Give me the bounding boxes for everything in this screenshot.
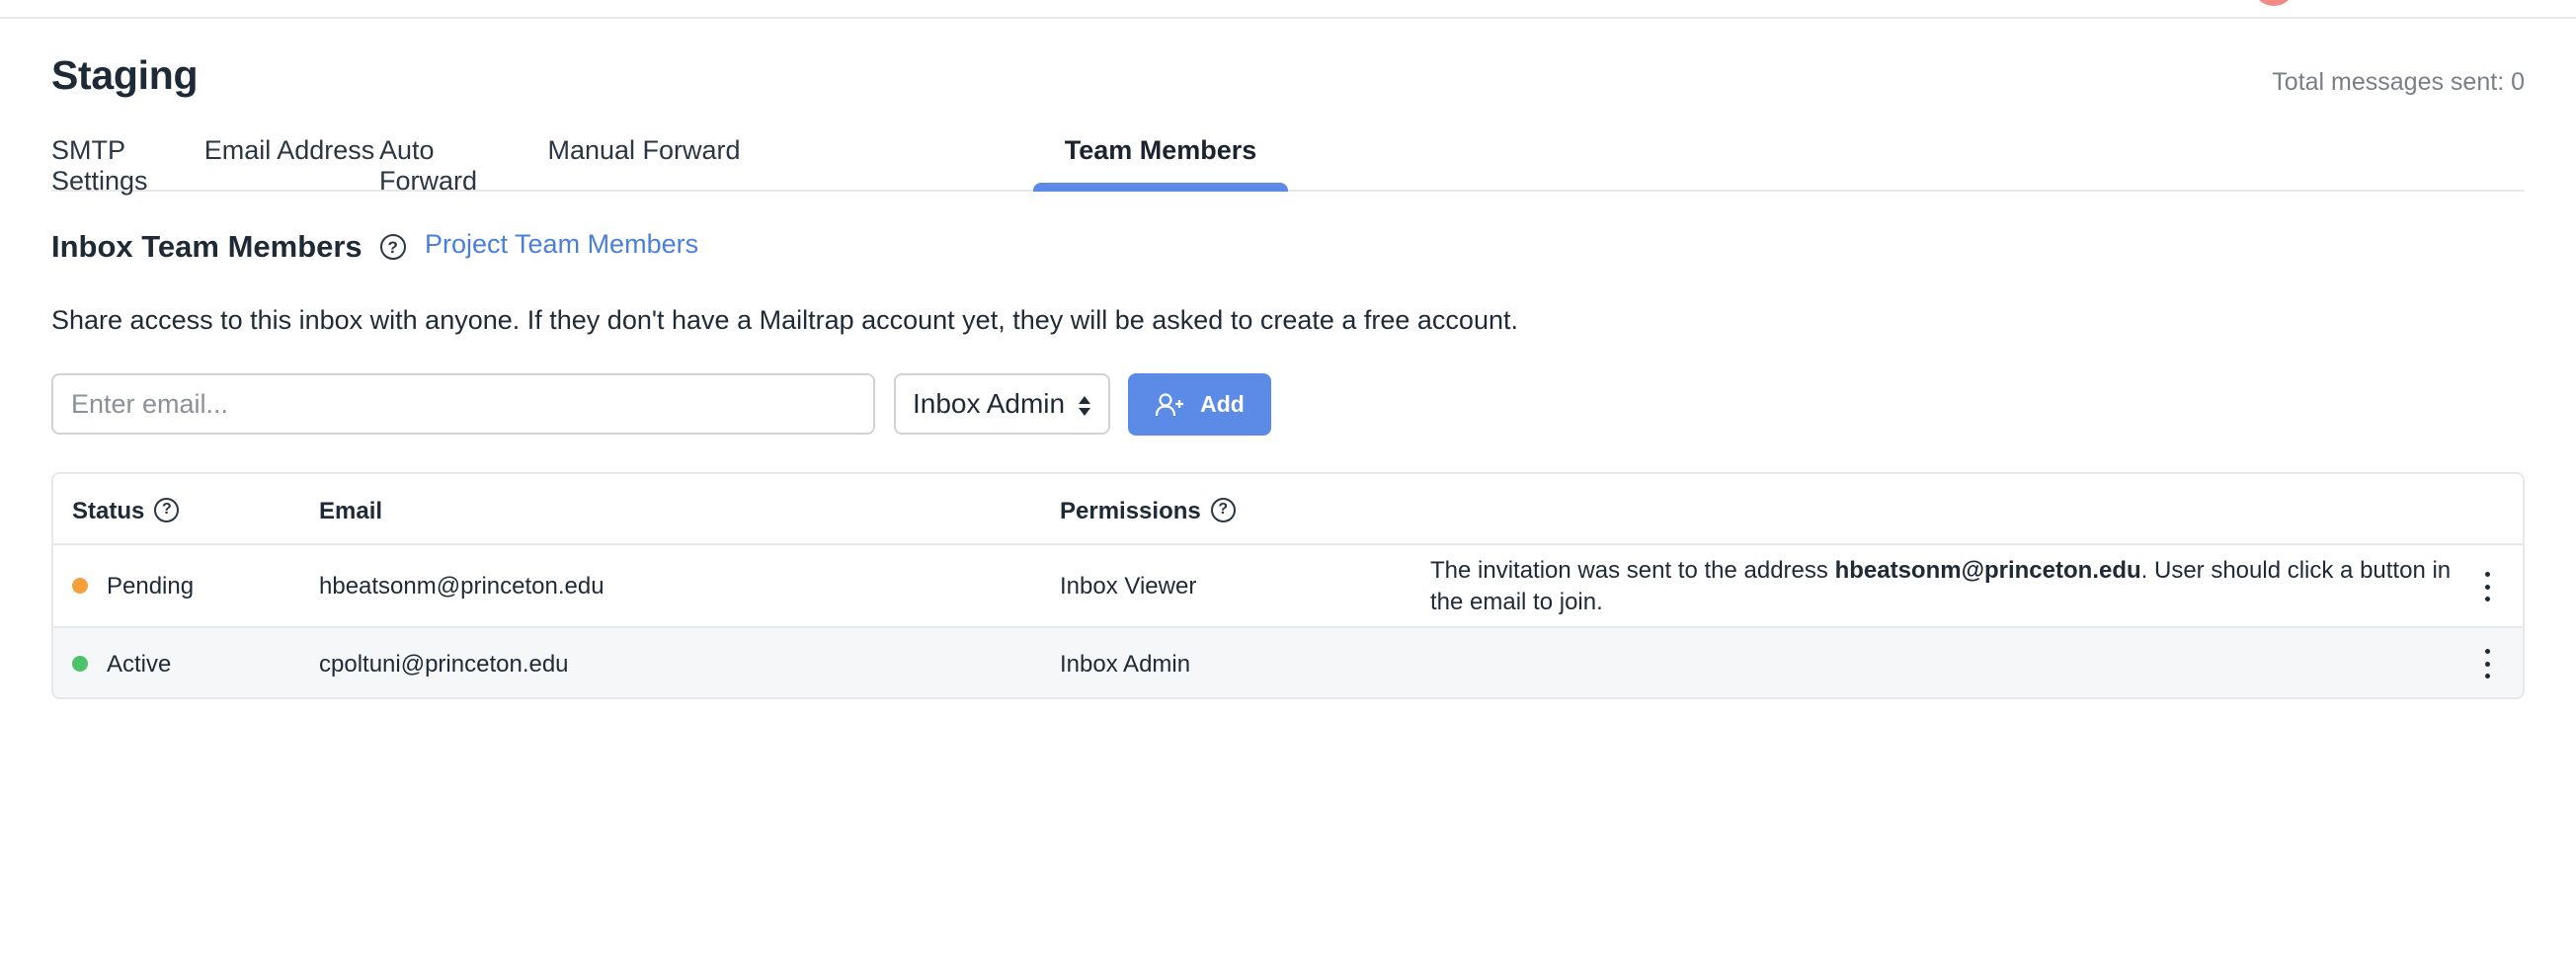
member-email: hbeatsonm@princeton.edu — [319, 573, 604, 600]
tab-team-members[interactable]: Team Members — [1033, 128, 1288, 192]
team-members-table: Status ? Email Permissions ? Pending hbe… — [51, 472, 2525, 699]
add-button-label: Add — [1200, 391, 1245, 417]
header-label: Email — [319, 498, 383, 524]
add-member-button[interactable]: Add — [1128, 373, 1271, 436]
email-column-header: Email — [319, 498, 382, 525]
invite-email-input[interactable] — [51, 373, 875, 435]
tab-label: Email Address — [203, 135, 375, 165]
member-permission: Inbox Admin — [1060, 651, 1191, 678]
status-dot-icon — [72, 578, 88, 594]
question-circle-icon[interactable]: ? — [379, 234, 406, 260]
user-avatar[interactable] — [2254, 0, 2294, 6]
project-team-members-link[interactable]: Project Team Members — [425, 229, 698, 260]
section-description: Share access to this inbox with anyone. … — [51, 305, 1518, 335]
note-text: The invitation was sent to the address — [1430, 557, 1835, 584]
section-header: Inbox Team Members ? — [51, 229, 406, 265]
status-dot-icon — [72, 656, 88, 672]
tab-smtp-settings[interactable]: SMTP Settings — [51, 128, 200, 196]
table-row: Pending hbeatsonm@princeton.edu Inbox Vi… — [53, 545, 2523, 628]
member-permission: Inbox Viewer — [1060, 573, 1197, 600]
top-navigation-bar — [0, 0, 2576, 19]
user-plus-icon — [1156, 392, 1184, 416]
tab-email-address[interactable]: Email Address — [200, 128, 379, 190]
header-label: Permissions — [1060, 498, 1201, 524]
tab-label: Auto Forward — [379, 135, 478, 196]
tab-label: Manual Forward — [547, 135, 741, 165]
role-select[interactable]: Inbox Admin — [894, 373, 1110, 435]
status-text: Active — [107, 651, 172, 678]
row-actions-kebab-icon[interactable] — [2481, 572, 2493, 601]
inbox-tabs: SMTP Settings Email Address Auto Forward… — [51, 128, 2525, 196]
total-messages-counter: Total messages sent: 0 — [2272, 68, 2525, 96]
permissions-column-header: Permissions ? — [1060, 497, 1236, 525]
page-title: Staging — [51, 52, 199, 98]
invitation-note: The invitation was sent to the address h… — [1430, 555, 2487, 618]
row-actions-kebab-icon[interactable] — [2481, 649, 2493, 679]
note-email: hbeatsonm@princeton.edu — [1834, 557, 2141, 584]
status-text: Pending — [107, 573, 195, 600]
tab-label: SMTP Settings — [51, 135, 148, 196]
member-email: cpoltuni@princeton.edu — [319, 651, 569, 678]
tab-label: Team Members — [1064, 135, 1257, 165]
table-header: Status ? Email Permissions ? — [53, 474, 2523, 545]
role-select-value: Inbox Admin — [913, 388, 1066, 419]
header-label: Status — [72, 498, 145, 524]
question-circle-icon[interactable]: ? — [1210, 497, 1236, 522]
question-circle-icon[interactable]: ? — [154, 497, 180, 522]
tab-manual-forward[interactable]: Manual Forward — [537, 128, 751, 190]
select-arrows-icon — [1079, 396, 1090, 416]
table-row: Active cpoltuni@princeton.edu Inbox Admi… — [53, 628, 2523, 697]
section-title: Inbox Team Members — [51, 229, 362, 264]
status-column-header: Status ? — [72, 497, 180, 525]
tab-auto-forward[interactable]: Auto Forward — [379, 128, 537, 196]
active-tab-indicator — [1033, 183, 1288, 192]
